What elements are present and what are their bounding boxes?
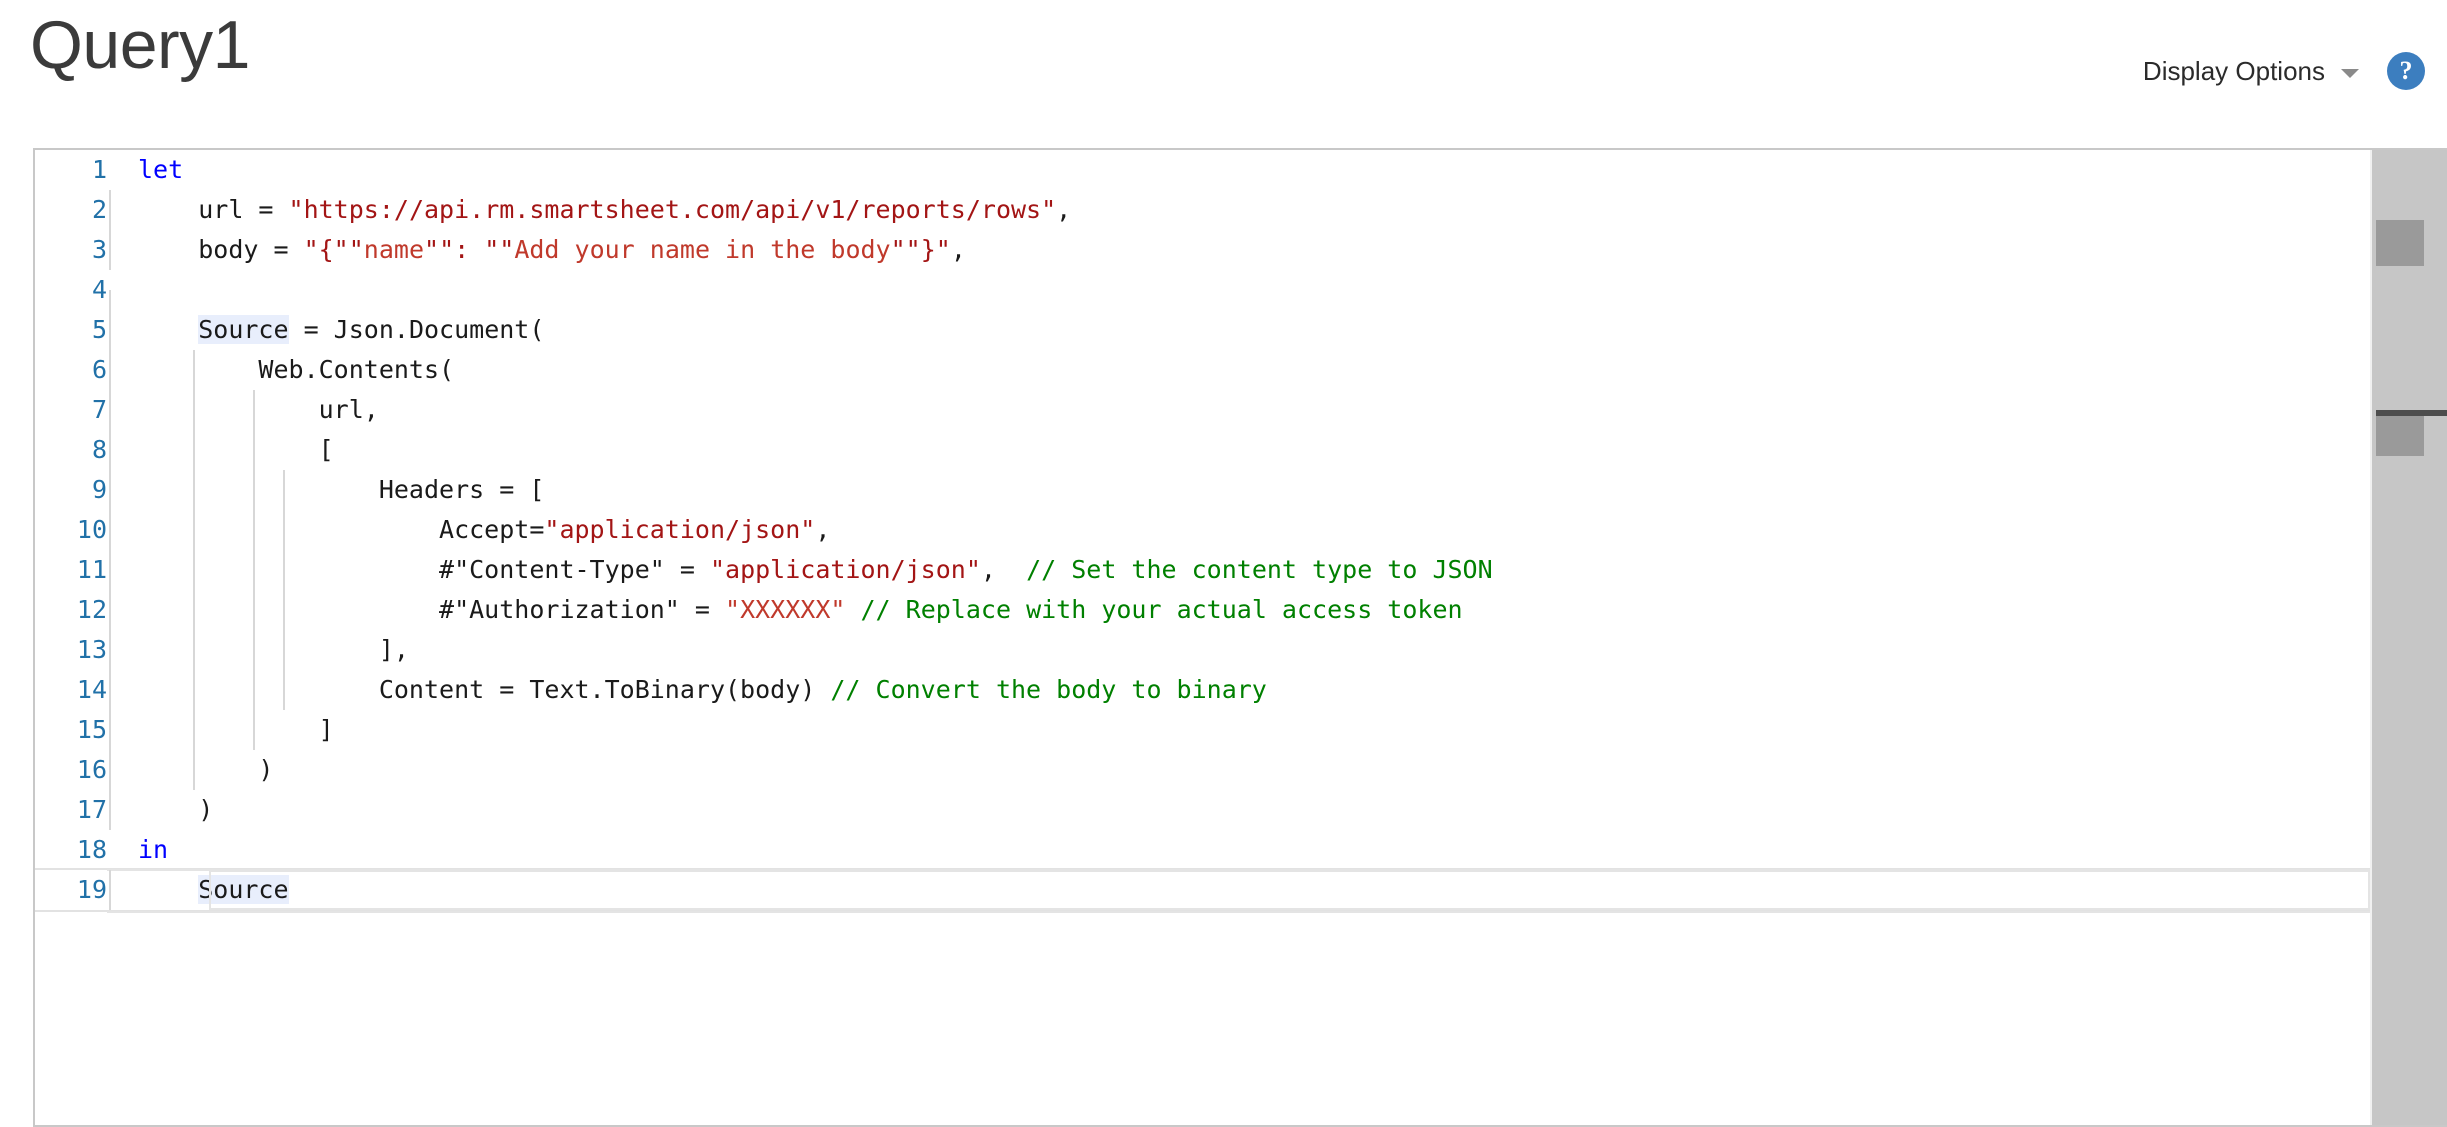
line-content: Headers = [ [107,470,2370,510]
page-title: Query1 [30,7,251,83]
line-content: ) [107,790,2370,830]
line-number: 10 [76,515,107,544]
line-number: 18 [76,835,107,864]
line-number: 6 [91,355,107,384]
code-line: 11 #"Content-Type" = "application/json",… [35,550,2370,590]
display-options-button[interactable]: Display Options [2143,56,2359,87]
code-editor[interactable]: 1 let 2 url = "https://api.rm.smartsheet… [35,150,2370,1125]
code-line: 4 [35,270,2370,330]
line-number: 8 [91,435,107,464]
line-content: [ [107,430,2370,470]
line-number: 2 [91,195,107,224]
line-number: 1 [91,155,107,184]
line-content: in [138,835,169,864]
line-content: url, [107,390,2370,430]
line-content: ] [107,710,2370,750]
active-line-box [209,870,2370,910]
line-content: Source [107,869,2370,913]
line-content: let [138,155,184,184]
line-content: body = "{""name"": ""Add your name in th… [107,230,2370,270]
line-number: 9 [91,475,107,504]
code-line: 14 Content = Text.ToBinary(body) // Conv… [35,670,2370,710]
vertical-scrollbar[interactable] [2370,150,2447,1125]
line-content: Source = Json.Document( [107,310,2370,350]
line-content: ) [107,750,2370,790]
code-line: 7 url, [35,390,2370,430]
line-number: 16 [76,755,107,784]
line-number: 4 [91,275,107,304]
code-line: 12 #"Authorization" = "XXXXXX" // Replac… [35,590,2370,630]
code-line: 13 ], [35,630,2370,670]
code-line-active: 19 Source [35,868,2370,913]
line-number: 14 [76,675,107,704]
line-content: Accept="application/json", [107,510,2370,550]
line-number: 19 [76,875,107,904]
help-circle-icon[interactable]: ? [2387,52,2425,90]
line-content: #"Content-Type" = "application/json", //… [107,550,2370,590]
line-number: 17 [76,795,107,824]
line-number: 12 [76,595,107,624]
line-content: ], [107,630,2370,670]
line-number: 5 [91,315,107,344]
scrollbar-marker [2376,416,2424,456]
code-line: 6 Web.Contents( [35,350,2370,390]
code-line: 5 Source = Json.Document( [35,310,2370,350]
code-line: 17 ) [35,790,2370,830]
code-line: 18 in [35,830,2370,870]
line-number: 3 [91,235,107,264]
header-actions: Display Options ? [2143,52,2425,90]
code-line: 3 body = "{""name"": ""Add your name in … [35,230,2370,270]
line-number: 15 [76,715,107,744]
code-line: 10 Accept="application/json", [35,510,2370,550]
formula-editor-panel: 1 let 2 url = "https://api.rm.smartsheet… [33,148,2447,1127]
display-options-label: Display Options [2142,55,2325,86]
code-line: 16 ) [35,750,2370,790]
code-line: 8 [ [35,430,2370,470]
scrollbar-marker [2376,220,2424,266]
line-content: Content = Text.ToBinary(body) // Convert… [107,670,2370,710]
page-header: Query1 Display Options ? [0,0,2447,148]
code-line: 9 Headers = [ [35,470,2370,510]
line-content: Web.Contents( [107,350,2370,390]
line-content: url = "https://api.rm.smartsheet.com/api… [107,190,2370,230]
code-line: 1 let [35,150,2370,190]
code-line: 2 url = "https://api.rm.smartsheet.com/a… [35,190,2370,230]
line-number: 13 [76,635,107,664]
chevron-down-icon [2341,68,2359,78]
line-number: 11 [76,555,107,584]
code-line: 15 ] [35,710,2370,750]
line-content: #"Authorization" = "XXXXXX" // Replace w… [107,590,2370,630]
line-number: 7 [91,395,107,424]
